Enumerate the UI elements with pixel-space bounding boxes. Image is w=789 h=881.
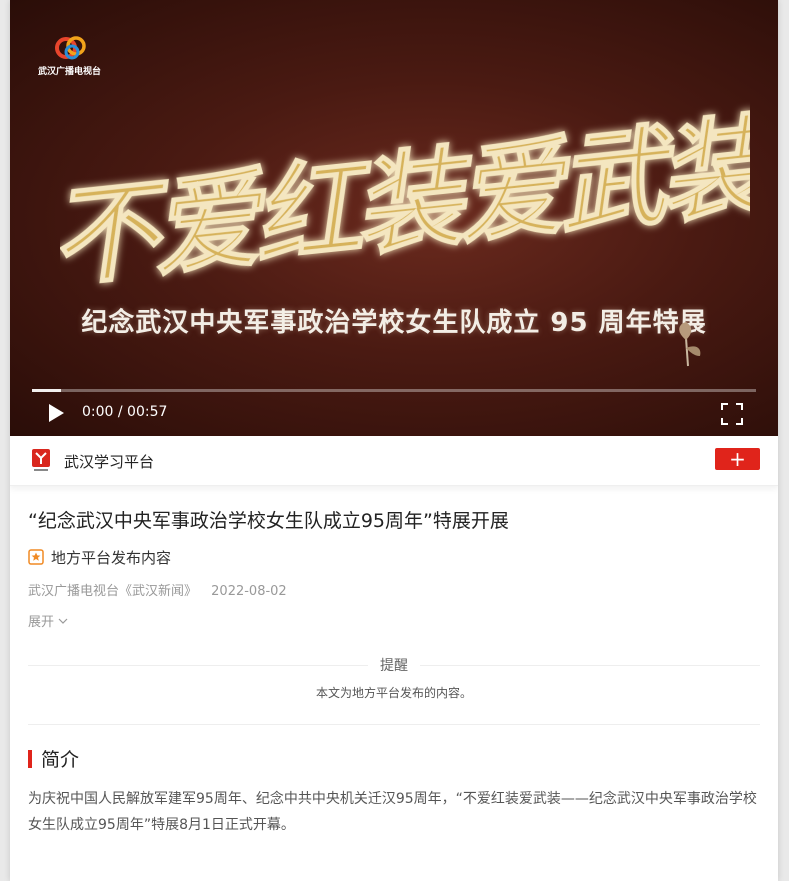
- article-title: “纪念武汉中央军事政治学校女生队成立95周年”特展开展: [28, 510, 509, 532]
- channel-bar: 武汉学习平台 +: [10, 436, 778, 486]
- intro-text: 为庆祝中国人民解放军建军95周年、纪念中共中央机关迁汉95周年，“不爱红装爱武装…: [28, 791, 757, 833]
- video-time: 0:00 / 00:57: [82, 404, 168, 420]
- section-divider: [28, 724, 760, 725]
- article-content: “纪念武汉中央军事政治学校女生队成立95周年”特展开展 地方平台发布内容 武汉广…: [10, 507, 778, 838]
- video-controls: 0:00 / 00:57: [10, 396, 778, 430]
- video-subtitle: 纪念武汉中央军事政治学校女生队成立 95 周年特展: [81, 308, 707, 338]
- follow-button[interactable]: +: [715, 448, 760, 470]
- station-logo-icon: [55, 36, 86, 60]
- notice-label: 提醒: [368, 655, 420, 675]
- expand-label: 展开: [28, 615, 55, 630]
- article-date: 2022-08-02: [211, 584, 287, 599]
- article-source: 武汉广播电视台《武汉新闻》: [28, 584, 198, 599]
- local-platform-badge: 地方平台发布内容: [28, 545, 760, 569]
- notice-body: 本文为地方平台发布的内容。: [315, 686, 472, 700]
- station-logo: 武汉广播电视台: [38, 30, 108, 80]
- channel-logo-icon: [32, 449, 50, 471]
- notice-box: 提醒 本文为地方平台发布的内容。: [28, 652, 760, 724]
- video-progress-fill: [32, 389, 61, 392]
- intro-heading: 简介: [28, 745, 760, 772]
- fullscreen-icon[interactable]: [720, 402, 744, 426]
- calligraphy-text: 不爱红装爱武装: [60, 101, 750, 300]
- article-meta: 武汉广播电视台《武汉新闻》 2022-08-02: [28, 580, 760, 599]
- expand-button[interactable]: 展开: [28, 611, 78, 630]
- flower-decoration-icon: [679, 322, 701, 367]
- video-progress-bar[interactable]: [32, 389, 756, 392]
- station-logo-text: 武汉广播电视台: [38, 67, 102, 77]
- intro-heading-text: 简介: [41, 749, 80, 771]
- badge-text: 地方平台发布内容: [51, 548, 172, 567]
- chevron-down-icon: [58, 618, 68, 624]
- channel-name[interactable]: 武汉学习平台: [64, 451, 154, 472]
- article-page: 武汉广播电视台 不爱红装爱武装 纪念武汉中央军事政治学校女生队成立 95 周年特…: [10, 0, 778, 881]
- calligraphy-title: 不爱红装爱武装: [60, 100, 750, 300]
- play-icon[interactable]: [46, 402, 66, 424]
- badge-star-icon: [28, 549, 44, 565]
- heading-accent-bar: [28, 749, 32, 768]
- video-player[interactable]: 武汉广播电视台 不爱红装爱武装 纪念武汉中央军事政治学校女生队成立 95 周年特…: [10, 0, 778, 436]
